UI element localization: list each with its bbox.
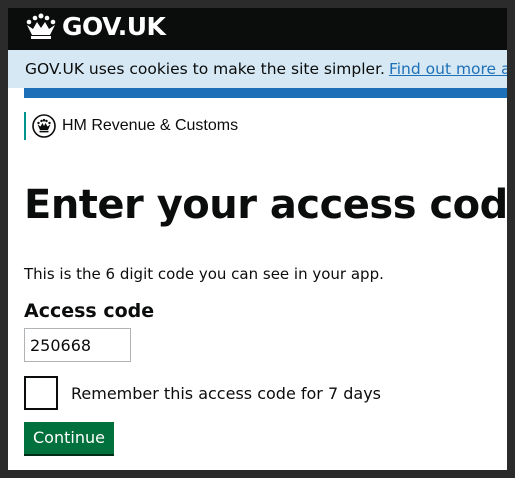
crown-icon xyxy=(24,13,58,41)
cookie-message: GOV.UK uses cookies to make the site sim… xyxy=(25,60,507,78)
govuk-logo-link[interactable]: GOV.UK xyxy=(24,12,166,41)
header-blue-bar xyxy=(24,88,507,98)
department-name: HM Revenue & Customs xyxy=(62,117,239,134)
page-title: Enter your access code xyxy=(24,182,507,228)
access-code-input[interactable] xyxy=(24,328,131,362)
browser-viewport: GOV.UK GOV.UK uses cookies to make the s… xyxy=(8,8,507,470)
cookie-find-out-more-link[interactable]: Find out more about cookies xyxy=(389,60,507,78)
continue-button[interactable]: Continue xyxy=(24,422,114,454)
govuk-header: GOV.UK xyxy=(8,8,507,50)
access-code-hint: This is the 6 digit code you can see in … xyxy=(24,265,384,283)
department-banner: HM Revenue & Customs xyxy=(24,112,238,140)
remember-code-checkbox[interactable] xyxy=(24,376,58,410)
remember-code-option[interactable]: Remember this access code for 7 days xyxy=(24,376,381,410)
access-code-label: Access code xyxy=(24,300,155,322)
remember-code-label[interactable]: Remember this access code for 7 days xyxy=(71,384,381,403)
royal-crest-icon xyxy=(32,114,56,138)
cookie-banner: GOV.UK uses cookies to make the site sim… xyxy=(8,50,507,88)
cookie-banner-text: GOV.UK uses cookies to make the site sim… xyxy=(25,60,385,78)
govuk-logo-text: GOV.UK xyxy=(62,12,166,41)
